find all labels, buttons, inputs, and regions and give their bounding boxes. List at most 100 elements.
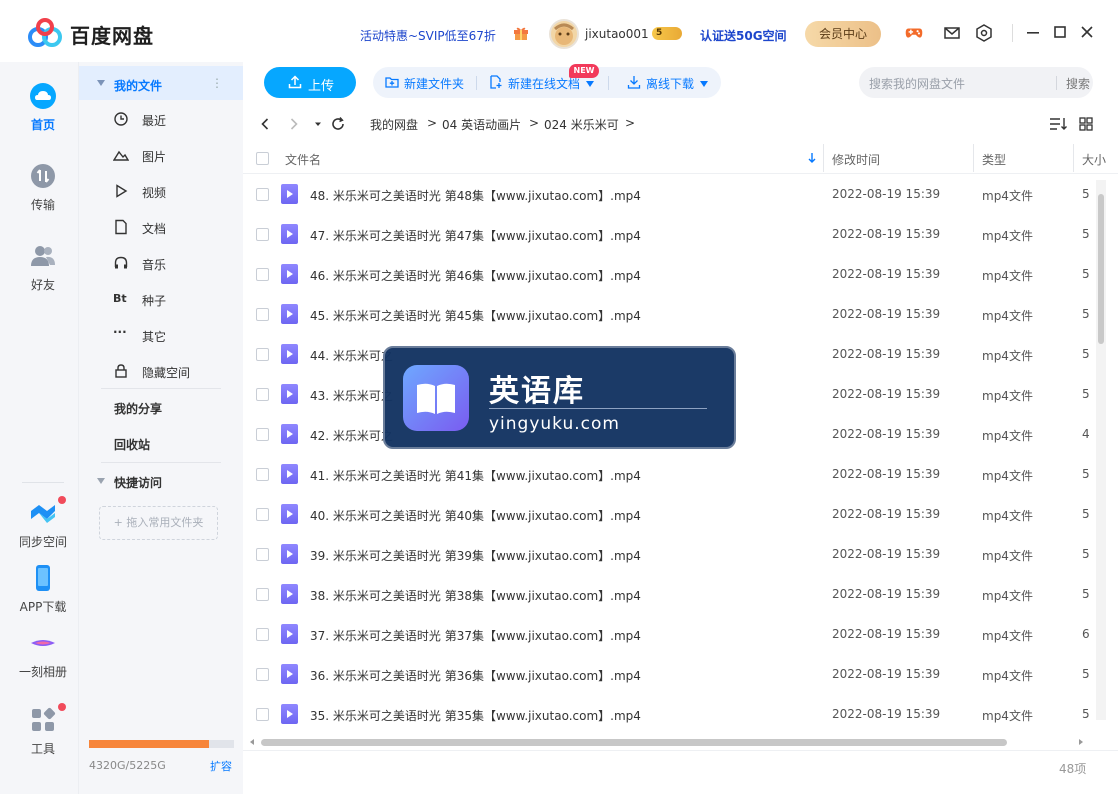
chevron-down-icon[interactable] xyxy=(700,81,708,87)
row-checkbox[interactable] xyxy=(256,388,269,401)
breadcrumb-item[interactable]: 04 英语动画片 xyxy=(442,116,521,133)
sidebar-item-videos[interactable]: 视频 xyxy=(113,181,233,201)
file-name[interactable]: 46. 米乐米可之美语时光 第46集【www.jixutao.com】.mp4 xyxy=(310,267,641,284)
row-checkbox[interactable] xyxy=(256,268,269,281)
upload-button[interactable]: 上传 xyxy=(264,67,356,98)
table-row[interactable]: 39. 米乐米可之美语时光 第39集【www.jixutao.com】.mp4 2… xyxy=(243,534,1103,574)
vertical-scrollbar[interactable] xyxy=(1096,180,1106,720)
sidebar-item-music[interactable]: 音乐 xyxy=(113,253,233,273)
grid-view-icon[interactable] xyxy=(1078,116,1094,132)
table-row[interactable]: 36. 米乐米可之美语时光 第36集【www.jixutao.com】.mp4 2… xyxy=(243,654,1103,694)
file-name[interactable]: 39. 米乐米可之美语时光 第39集【www.jixutao.com】.mp4 xyxy=(310,547,641,564)
rail-app-download[interactable]: APP下载 xyxy=(0,564,86,615)
column-divider[interactable] xyxy=(1073,144,1074,172)
vip-center-button[interactable]: 会员中心 xyxy=(805,21,881,47)
column-name-header[interactable]: 文件名 xyxy=(285,151,321,168)
scrollbar-thumb[interactable] xyxy=(1098,194,1104,344)
promo-link[interactable]: 活动特惠~SVIP低至67折 xyxy=(360,27,496,44)
chevron-down-icon[interactable] xyxy=(586,81,594,87)
recycle-bin-link[interactable]: 回收站 xyxy=(114,436,150,453)
sidebar-item-recent[interactable]: 最近 xyxy=(113,109,233,129)
scrollbar-thumb[interactable] xyxy=(261,739,1007,746)
refresh-icon[interactable] xyxy=(330,116,346,132)
table-row[interactable]: 35. 米乐米可之美语时光 第35集【www.jixutao.com】.mp4 2… xyxy=(243,694,1103,734)
gift-icon[interactable] xyxy=(513,26,529,40)
rail-album[interactable]: 一刻相册 xyxy=(0,629,86,680)
file-name[interactable]: 43. 米乐米可之 xyxy=(310,387,393,404)
sidebar-item-torrents[interactable]: Bt 种子 xyxy=(113,289,233,309)
search-button[interactable]: 搜索 xyxy=(1066,75,1090,92)
scroll-left-icon[interactable] xyxy=(247,737,257,747)
rail-transfer[interactable]: 传输 xyxy=(0,162,86,213)
table-row[interactable]: 37. 米乐米可之美语时光 第37集【www.jixutao.com】.mp4 2… xyxy=(243,614,1103,654)
select-all-checkbox[interactable] xyxy=(256,152,269,165)
forward-icon[interactable] xyxy=(286,116,302,132)
column-divider[interactable] xyxy=(973,144,974,172)
back-icon[interactable] xyxy=(257,116,273,132)
file-name[interactable]: 44. 米乐米可之 xyxy=(310,347,393,364)
row-checkbox[interactable] xyxy=(256,588,269,601)
offline-download-button[interactable]: 离线下载 xyxy=(646,75,694,92)
maximize-icon[interactable] xyxy=(1050,22,1070,42)
username[interactable]: jixutao001 xyxy=(585,27,649,41)
quick-access-header[interactable]: 快捷访问 xyxy=(114,474,162,491)
file-name[interactable]: 35. 米乐米可之美语时光 第35集【www.jixutao.com】.mp4 xyxy=(310,707,641,724)
row-checkbox[interactable] xyxy=(256,468,269,481)
row-checkbox[interactable] xyxy=(256,548,269,561)
row-checkbox[interactable] xyxy=(256,308,269,321)
game-icon[interactable] xyxy=(905,24,923,42)
file-name[interactable]: 40. 米乐米可之美语时光 第40集【www.jixutao.com】.mp4 xyxy=(310,507,641,524)
sidebar-item-other[interactable]: ··· 其它 xyxy=(113,325,233,345)
sort-icon[interactable] xyxy=(1049,116,1069,132)
my-share-link[interactable]: 我的分享 xyxy=(114,400,162,417)
row-checkbox[interactable] xyxy=(256,508,269,521)
sort-desc-icon[interactable] xyxy=(807,152,817,164)
rail-tools[interactable]: 工具 xyxy=(0,703,86,757)
table-row[interactable]: 38. 米乐米可之美语时光 第38集【www.jixutao.com】.mp4 2… xyxy=(243,574,1103,614)
breadcrumb-item[interactable]: 024 米乐米可 xyxy=(544,116,619,133)
rail-friends[interactable]: 好友 xyxy=(0,242,86,293)
row-checkbox[interactable] xyxy=(256,668,269,681)
more-icon[interactable]: ⋮ xyxy=(211,76,223,90)
table-row[interactable]: 47. 米乐米可之美语时光 第47集【www.jixutao.com】.mp4 2… xyxy=(243,214,1103,254)
row-checkbox[interactable] xyxy=(256,188,269,201)
mail-icon[interactable] xyxy=(943,24,961,42)
settings-icon[interactable] xyxy=(975,24,993,42)
file-name[interactable]: 37. 米乐米可之美语时光 第37集【www.jixutao.com】.mp4 xyxy=(310,627,641,644)
row-checkbox[interactable] xyxy=(256,708,269,721)
search-input[interactable]: 搜索我的网盘文件 xyxy=(869,75,965,92)
history-dropdown-icon[interactable] xyxy=(310,116,326,132)
table-row[interactable]: 45. 米乐米可之美语时光 第45集【www.jixutao.com】.mp4 2… xyxy=(243,294,1103,334)
column-size-header[interactable]: 大小 xyxy=(1082,151,1106,168)
row-checkbox[interactable] xyxy=(256,428,269,441)
table-row[interactable]: 48. 米乐米可之美语时光 第48集【www.jixutao.com】.mp4 2… xyxy=(243,174,1103,214)
row-checkbox[interactable] xyxy=(256,228,269,241)
rail-home[interactable]: 首页 xyxy=(0,82,86,133)
sidebar-item-hidden-space[interactable]: 隐藏空间 xyxy=(113,361,233,381)
file-name[interactable]: 36. 米乐米可之美语时光 第36集【www.jixutao.com】.mp4 xyxy=(310,667,641,684)
file-name[interactable]: 45. 米乐米可之美语时光 第45集【www.jixutao.com】.mp4 xyxy=(310,307,641,324)
column-modified-header[interactable]: 修改时间 xyxy=(832,151,880,168)
expand-storage-link[interactable]: 扩容 xyxy=(210,758,232,774)
table-row[interactable]: 46. 米乐米可之美语时光 第46集【www.jixutao.com】.mp4 2… xyxy=(243,254,1103,294)
rail-sync-space[interactable]: 同步空间 xyxy=(0,496,86,550)
search-box[interactable]: 搜索我的网盘文件 搜索 xyxy=(859,67,1093,98)
file-name[interactable]: 48. 米乐米可之美语时光 第48集【www.jixutao.com】.mp4 xyxy=(310,187,641,204)
scroll-right-icon[interactable] xyxy=(1076,737,1086,747)
row-checkbox[interactable] xyxy=(256,628,269,641)
user-avatar[interactable] xyxy=(549,19,579,49)
close-icon[interactable] xyxy=(1077,22,1097,42)
sidebar-item-images[interactable]: 图片 xyxy=(113,145,233,165)
table-row[interactable]: 40. 米乐米可之美语时光 第40集【www.jixutao.com】.mp4 2… xyxy=(243,494,1103,534)
drag-folder-dropzone[interactable]: + 拖入常用文件夹 xyxy=(99,506,218,540)
sidebar-item-docs[interactable]: 文档 xyxy=(113,217,233,237)
file-name[interactable]: 47. 米乐米可之美语时光 第47集【www.jixutao.com】.mp4 xyxy=(310,227,641,244)
verify-link[interactable]: 认证送50G空间 xyxy=(700,27,787,44)
caret-down-icon[interactable] xyxy=(97,478,105,484)
breadcrumb-item[interactable]: 我的网盘 xyxy=(370,116,418,133)
my-files-header[interactable]: 我的文件 ⋮ xyxy=(79,66,243,100)
horizontal-scrollbar[interactable] xyxy=(247,736,1087,748)
file-name[interactable]: 42. 米乐米可之 xyxy=(310,427,393,444)
file-name[interactable]: 38. 米乐米可之美语时光 第38集【www.jixutao.com】.mp4 xyxy=(310,587,641,604)
column-type-header[interactable]: 类型 xyxy=(982,151,1006,168)
